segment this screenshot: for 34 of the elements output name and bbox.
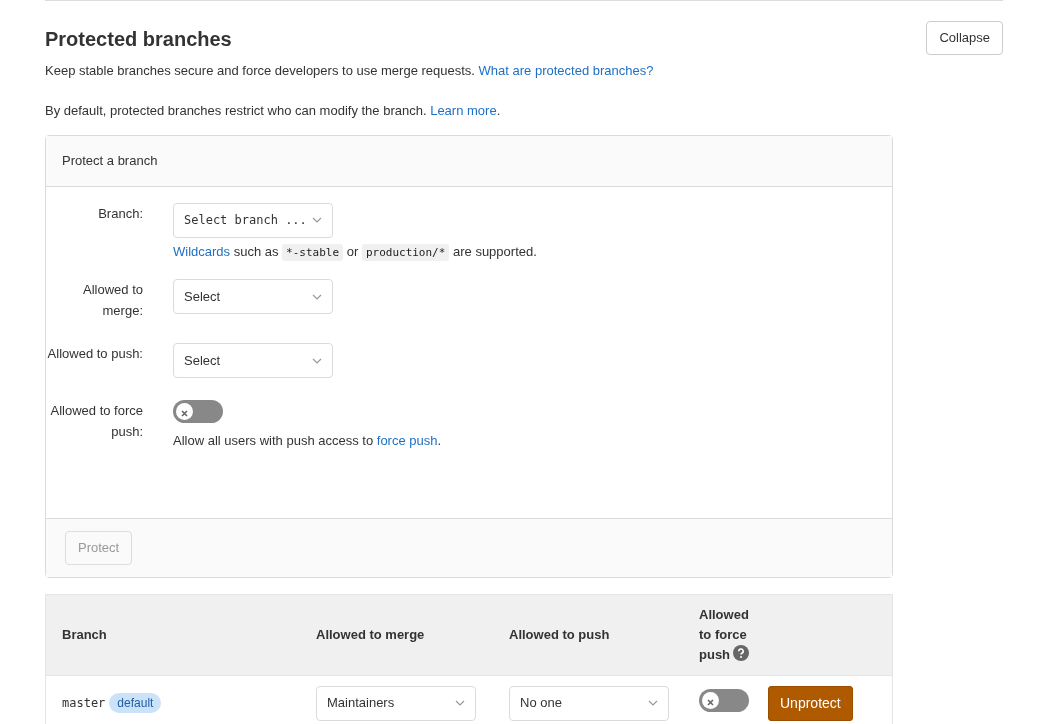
chevron-down-icon [648, 700, 658, 706]
link[interactable]: Learn more [430, 102, 497, 118]
toggle-switch[interactable] [699, 688, 749, 712]
chevron-down-icon [455, 700, 465, 706]
dropdown[interactable]: No one [509, 685, 669, 721]
card-title: Protect a branch [62, 153, 158, 168]
dropdown[interactable]: Select [173, 279, 333, 314]
chevron-down-icon [312, 217, 322, 223]
column-header: Branch [62, 626, 107, 642]
help-text: Wildcards such as *-stable or production/* are supported. [173, 242, 537, 261]
description-text: Keep stable branches secure and force developers to use merge requests. What are protected branches? [45, 62, 654, 80]
collapse-button[interactable]: Collapse [926, 21, 1003, 55]
column-header: Allowed to push [509, 626, 610, 642]
default-badge: default [109, 693, 162, 714]
note-text: By default, protected branches restrict who can modify the branch. Learn more. [45, 101, 502, 120]
column-header: Allowed to force push [699, 605, 751, 664]
chevron-down-icon [312, 293, 322, 300]
toggle-switch[interactable] [173, 400, 223, 423]
help-text: Allow all users with push access to force push. [173, 431, 442, 450]
chevron-down-icon [312, 357, 322, 364]
branch-name: master [62, 696, 106, 711]
column-header: Allowed to merge [316, 626, 425, 642]
dropdown[interactable]: Select branch ... [173, 202, 333, 238]
field-label: Allowed to push: [47, 346, 143, 361]
unprotect-button[interactable]: Unprotect [768, 685, 853, 721]
help-icon [733, 644, 750, 661]
field-label: Allowed to merge: [83, 282, 143, 318]
field-label: Allowed to force push: [50, 403, 143, 439]
link[interactable]: What are protected branches? [478, 63, 654, 78]
dropdown[interactable]: Maintainers [316, 685, 476, 721]
field-label: Branch: [98, 205, 143, 221]
dropdown[interactable]: Select [173, 343, 333, 378]
section-title: Protected branches [45, 27, 233, 51]
link[interactable]: Wildcards [173, 243, 231, 259]
